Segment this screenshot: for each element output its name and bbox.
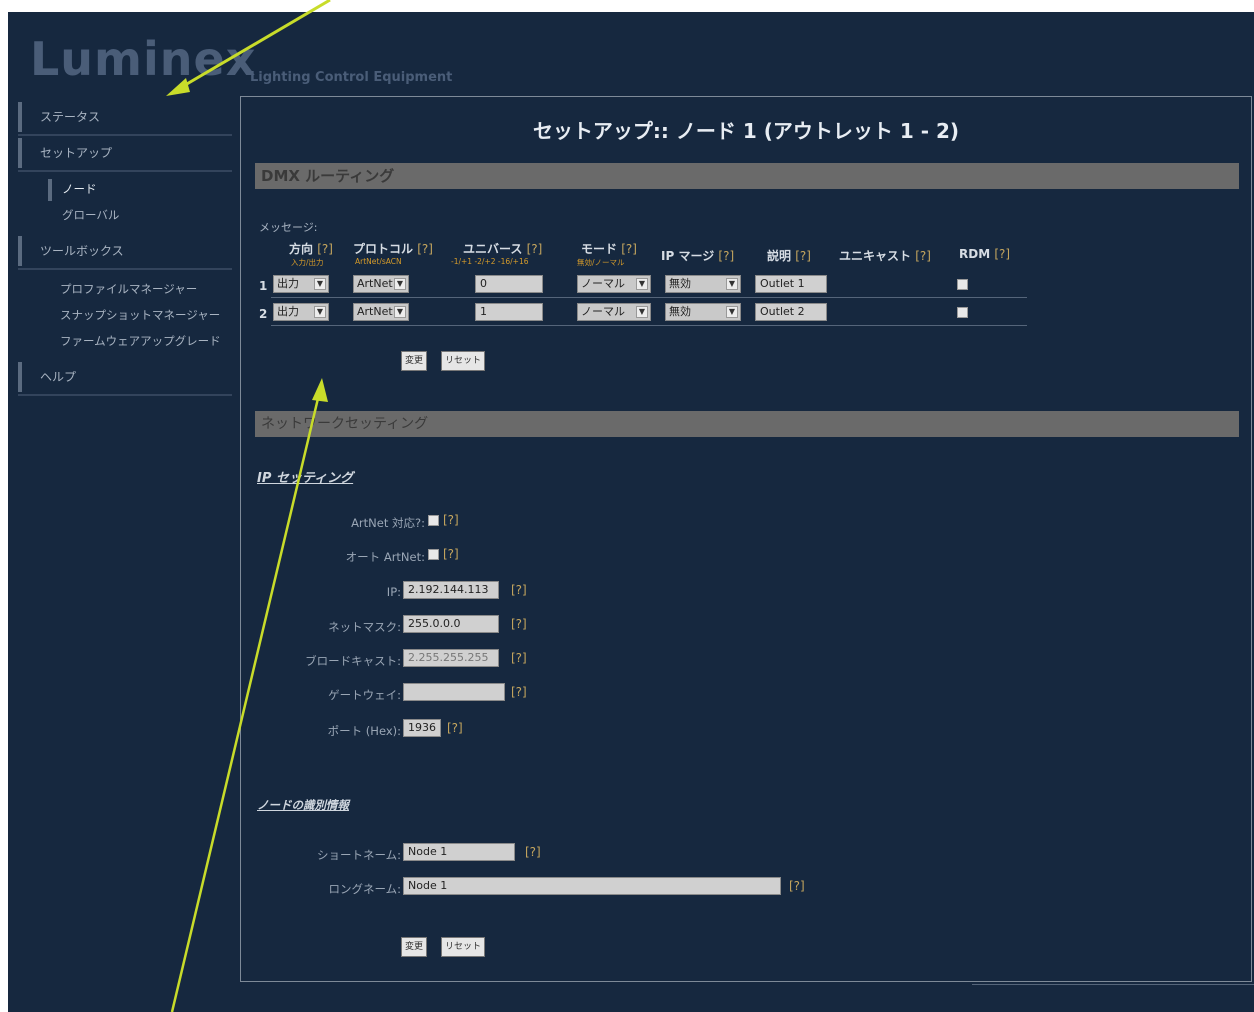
annotation-arrows bbox=[166, 0, 331, 1012]
arrowhead-icon bbox=[312, 378, 328, 402]
annotation-arrow-main bbox=[170, 389, 322, 1012]
annotation-arrow-sidebar bbox=[179, 0, 331, 90]
arrowhead-icon bbox=[166, 78, 190, 96]
